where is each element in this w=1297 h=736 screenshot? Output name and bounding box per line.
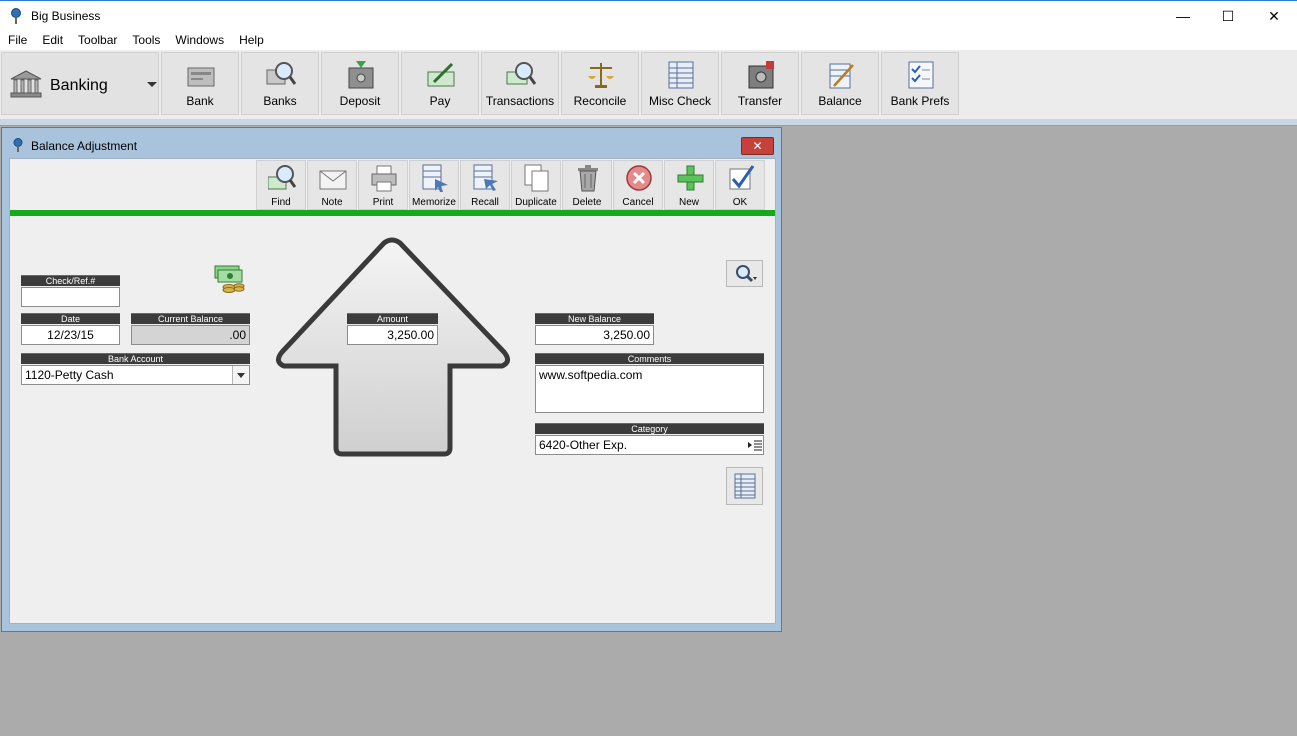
minimize-button[interactable]: — xyxy=(1160,1,1206,31)
new-balance-field[interactable]: 3,250.00 xyxy=(535,325,654,345)
delete-button[interactable]: Delete xyxy=(562,160,612,210)
envelope-icon xyxy=(319,170,347,190)
recall-icon xyxy=(473,164,498,191)
menu-bar: File Edit Toolbar Tools Windows Help xyxy=(0,31,1297,50)
safe-deposit-icon xyxy=(348,61,374,89)
duplicate-button[interactable]: Duplicate xyxy=(511,160,561,210)
check-pen-icon xyxy=(427,62,455,87)
transactions-button[interactable]: Transactions xyxy=(481,52,559,115)
bank-account-dropdown-toggle[interactable] xyxy=(232,366,249,384)
bank-prefs-button[interactable]: Bank Prefs xyxy=(881,52,959,115)
lookup-button[interactable] xyxy=(726,260,763,287)
safe-transfer-icon xyxy=(748,61,774,89)
bank-account-value: 1120-Petty Cash xyxy=(25,368,114,382)
close-button[interactable]: ✕ xyxy=(1251,1,1297,31)
bank-account-dropdown[interactable]: 1120-Petty Cash xyxy=(21,365,250,385)
magnifier-icon xyxy=(266,62,296,85)
menu-edit[interactable]: Edit xyxy=(34,31,70,50)
balance-adjustment-window: Balance Adjustment ✕ Find Note Print Mem… xyxy=(1,127,782,632)
comments-field[interactable]: www.softpedia.com xyxy=(535,365,764,413)
note-button[interactable]: Note xyxy=(307,160,357,210)
plus-icon xyxy=(677,165,704,191)
pushpin-icon xyxy=(13,138,23,152)
menu-help[interactable]: Help xyxy=(231,31,271,50)
reconcile-button[interactable]: Reconcile xyxy=(561,52,639,115)
find-button[interactable]: Find xyxy=(256,160,306,210)
dialog-close-button[interactable]: ✕ xyxy=(741,137,774,155)
menu-tools[interactable]: Tools xyxy=(124,31,167,50)
dialog-body: Find Note Print Memorize Recall Duplicat… xyxy=(9,158,776,624)
menu-file[interactable]: File xyxy=(0,31,34,50)
recall-button[interactable]: Recall xyxy=(460,160,510,210)
new-button[interactable]: New xyxy=(664,160,714,210)
deposit-button[interactable]: Deposit xyxy=(321,52,399,115)
memorize-button[interactable]: Memorize xyxy=(409,160,459,210)
app-title-bar: Big Business — ☐ ✕ xyxy=(0,0,1297,31)
date-label: Date xyxy=(21,313,120,324)
main-toolbar: Banking Bank Banks Deposit Pay Transacti… xyxy=(0,50,1297,119)
dialog-title-bar[interactable]: Balance Adjustment xyxy=(2,128,781,158)
check-ref-label: Check/Ref.# xyxy=(21,275,120,286)
pushpin-icon xyxy=(11,8,21,24)
category-field[interactable]: 6420-Other Exp. xyxy=(535,435,764,455)
status-bar-green xyxy=(10,210,775,216)
menu-toolbar[interactable]: Toolbar xyxy=(70,31,124,50)
cancel-x-icon xyxy=(626,165,652,191)
search-transactions-icon xyxy=(506,62,536,85)
date-field[interactable]: 12/23/15 xyxy=(21,325,120,345)
ok-button[interactable]: OK xyxy=(715,160,765,210)
amount-field[interactable]: 3,250.00 xyxy=(347,325,438,345)
ledger-icon xyxy=(668,61,694,89)
print-button[interactable]: Print xyxy=(358,160,408,210)
ledger-icon xyxy=(734,473,756,499)
banks-button[interactable]: Banks xyxy=(241,52,319,115)
current-balance-field: .00 xyxy=(131,325,250,345)
printer-icon xyxy=(371,165,397,192)
transfer-button[interactable]: Transfer xyxy=(721,52,799,115)
up-arrow-icon xyxy=(276,237,510,457)
module-selector[interactable]: Banking xyxy=(1,52,159,115)
comments-label: Comments xyxy=(535,353,764,364)
bank-icon xyxy=(187,67,215,87)
dialog-title: Balance Adjustment xyxy=(31,139,138,153)
category-list-button[interactable] xyxy=(747,436,763,454)
bank-button[interactable]: Bank xyxy=(161,52,239,115)
checklist-icon xyxy=(908,61,934,89)
cancel-button[interactable]: Cancel xyxy=(613,160,663,210)
module-label: Banking xyxy=(50,77,108,94)
duplicate-icon xyxy=(524,164,549,192)
checkmark-icon xyxy=(729,165,755,190)
memorize-icon xyxy=(422,164,448,192)
category-value: 6420-Other Exp. xyxy=(539,438,628,452)
chevron-down-icon xyxy=(237,373,245,378)
bank-account-label: Bank Account xyxy=(21,353,250,364)
cash-coins-icon xyxy=(214,265,245,293)
menu-windows[interactable]: Windows xyxy=(167,31,231,50)
balance-button[interactable]: Balance xyxy=(801,52,879,115)
amount-label: Amount xyxy=(347,313,438,324)
check-ref-field[interactable] xyxy=(21,287,120,307)
search-icon xyxy=(736,265,757,283)
bank-building-icon xyxy=(10,70,42,98)
pay-button[interactable]: Pay xyxy=(401,52,479,115)
magnifier-icon xyxy=(268,165,296,190)
trash-can-icon xyxy=(578,165,598,192)
register-button[interactable] xyxy=(726,467,763,505)
category-label: Category xyxy=(535,423,764,434)
balance-sheet-icon xyxy=(829,63,854,89)
maximize-button[interactable]: ☐ xyxy=(1205,1,1251,31)
scales-icon xyxy=(588,63,614,88)
new-balance-label: New Balance xyxy=(535,313,654,324)
toolbar-divider xyxy=(0,119,1297,126)
misc-check-button[interactable]: Misc Check xyxy=(641,52,719,115)
current-balance-label: Current Balance xyxy=(131,313,250,324)
list-arrow-icon xyxy=(748,440,762,451)
chevron-down-icon xyxy=(147,82,157,87)
app-title: Big Business xyxy=(31,9,101,23)
